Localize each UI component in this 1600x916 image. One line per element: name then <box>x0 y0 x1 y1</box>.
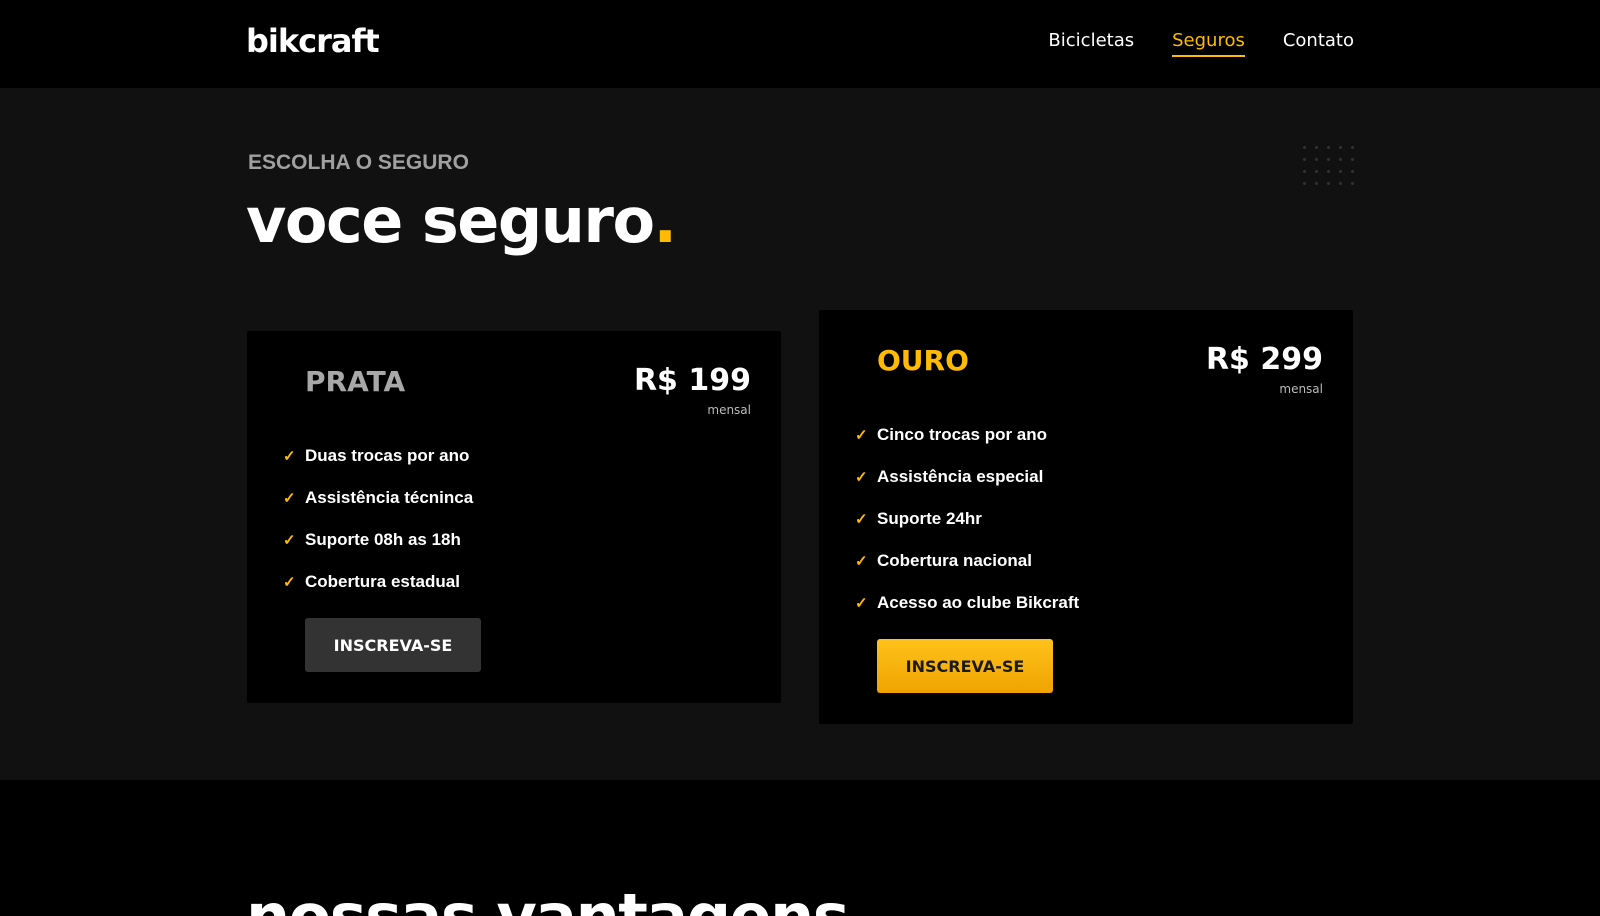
advantages-section: nossas vantagens <box>0 780 1600 916</box>
feature-item: ✓ Cobertura nacional <box>855 540 1079 582</box>
check-icon: ✓ <box>283 448 296 465</box>
feature-text: Suporte 08h as 18h <box>305 530 461 549</box>
plan-price: R$ 299 <box>1205 342 1323 377</box>
check-icon: ✓ <box>283 532 296 549</box>
feature-item: ✓ Cobertura estadual <box>283 561 473 603</box>
subscribe-button-ouro[interactable]: INSCREVA-SE <box>877 639 1053 693</box>
plan-name: PRATA <box>305 365 406 398</box>
feature-item: ✓ Cinco trocas por ano <box>855 414 1079 456</box>
feature-item: ✓ Assistência especial <box>855 456 1079 498</box>
check-icon: ✓ <box>283 574 296 591</box>
site-header: bikcraft Bicicletas Seguros Contato <box>0 0 1600 88</box>
feature-item: ✓ Suporte 08h as 18h <box>283 519 473 561</box>
section-eyebrow: ESCOLHA O SEGURO <box>248 151 469 174</box>
feature-text: Cinco trocas por ano <box>877 425 1048 444</box>
insurance-section: ESCOLHA O SEGURO voce seguro. PRATA R$ 1… <box>0 88 1600 780</box>
dot-grid-icon <box>1303 146 1357 200</box>
feature-item: ✓ Duas trocas por ano <box>283 435 473 477</box>
main-nav: Bicicletas Seguros Contato <box>1048 30 1354 57</box>
check-icon: ✓ <box>855 553 868 570</box>
feature-item: ✓ Acesso ao clube Bikcraft <box>855 582 1079 624</box>
check-icon: ✓ <box>855 595 868 612</box>
title-accent-dot: . <box>653 184 678 257</box>
nav-item-contato[interactable]: Contato <box>1283 30 1354 57</box>
check-icon: ✓ <box>283 490 296 507</box>
plan-period: mensal <box>1279 382 1323 396</box>
page-title-text: voce seguro <box>246 184 655 257</box>
feature-item: ✓ Assistência técninca <box>283 477 473 519</box>
nav-item-seguros[interactable]: Seguros <box>1172 30 1245 57</box>
plan-card-prata: PRATA R$ 199 mensal ✓ Duas trocas por ano… <box>247 331 781 703</box>
feature-text: Assistência técninca <box>305 488 474 507</box>
plan-name: OURO <box>877 344 969 377</box>
feature-list: ✓ Cinco trocas por ano ✓ Assistência espec… <box>855 414 1079 624</box>
logo[interactable]: bikcraft <box>246 22 380 60</box>
nav-item-bicicletas[interactable]: Bicicletas <box>1048 30 1134 57</box>
feature-text: Acesso ao clube Bikcraft <box>877 593 1080 612</box>
feature-list: ✓ Duas trocas por ano ✓ Assistência técnin… <box>283 435 473 603</box>
page-title: voce seguro. <box>246 184 678 257</box>
feature-text: Cobertura nacional <box>877 551 1032 570</box>
feature-item: ✓ Suporte 24hr <box>855 498 1079 540</box>
plan-card-ouro: OURO R$ 299 mensal ✓ Cinco trocas por ano… <box>819 310 1353 724</box>
feature-text: Duas trocas por ano <box>305 446 470 465</box>
feature-text: Suporte 24hr <box>877 509 982 528</box>
subscribe-button-prata[interactable]: INSCREVA-SE <box>305 618 481 672</box>
plan-price: R$ 199 <box>633 363 751 398</box>
advantages-title: nossas vantagens <box>246 880 850 916</box>
feature-text: Assistência especial <box>877 467 1044 486</box>
plan-period: mensal <box>707 403 751 417</box>
check-icon: ✓ <box>855 469 868 486</box>
check-icon: ✓ <box>855 427 868 444</box>
check-icon: ✓ <box>855 511 868 528</box>
feature-text: Cobertura estadual <box>305 572 460 591</box>
